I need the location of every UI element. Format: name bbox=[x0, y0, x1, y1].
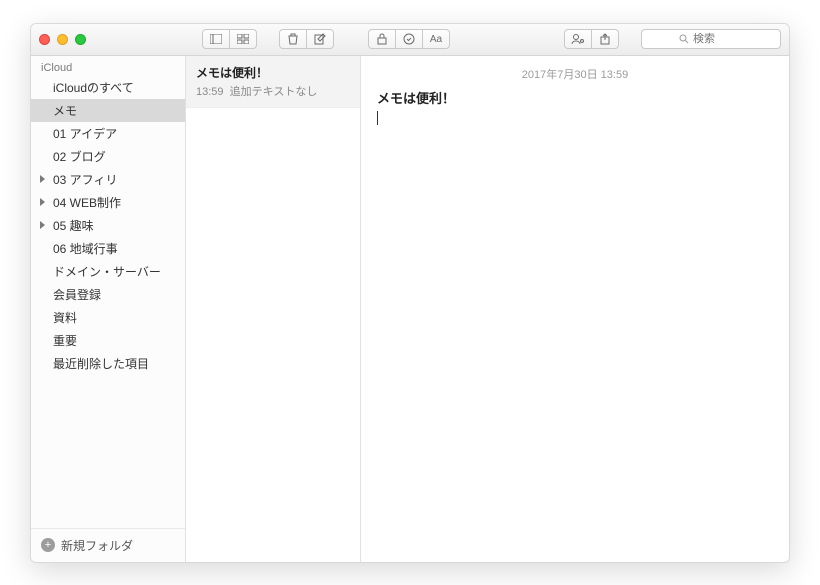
disclosure-triangle-icon[interactable] bbox=[40, 198, 45, 206]
grid-view-button[interactable] bbox=[229, 29, 257, 49]
new-folder-label: 新規フォルダ bbox=[61, 537, 133, 554]
sidebar-item-label: 会員登録 bbox=[53, 288, 101, 302]
sidebar-item-important[interactable]: 重要 bbox=[31, 329, 185, 352]
sidebar-item-label: 04 WEB制作 bbox=[53, 196, 121, 210]
new-folder-button[interactable]: + 新規フォルダ bbox=[31, 528, 185, 562]
view-buttons bbox=[202, 29, 257, 49]
sidebar-item-label: 資料 bbox=[53, 311, 77, 325]
sidebar-item-memo[interactable]: メモ bbox=[31, 99, 185, 122]
plus-icon: + bbox=[41, 538, 55, 552]
note-editor[interactable]: 2017年7月30日 13:59 メモは便利！ bbox=[361, 56, 789, 562]
sidebar-item-local-events[interactable]: 06 地域行事 bbox=[31, 237, 185, 260]
sidebar-item-icloud-all[interactable]: iCloudのすべて bbox=[31, 76, 185, 99]
note-list-item-snippet: 追加テキストなし bbox=[230, 86, 318, 98]
delete-button[interactable] bbox=[279, 29, 307, 49]
lock-button[interactable] bbox=[368, 29, 396, 49]
note-datestamp: 2017年7月30日 13:59 bbox=[377, 66, 773, 82]
sidebar-item-label: iCloudのすべて bbox=[53, 81, 134, 95]
share-buttons bbox=[564, 29, 619, 49]
note-list: メモは便利！ 13:59 追加テキストなし bbox=[186, 56, 361, 562]
sidebar-item-materials[interactable]: 資料 bbox=[31, 306, 185, 329]
note-list-item-time: 13:59 bbox=[196, 86, 224, 98]
note-list-item[interactable]: メモは便利！ 13:59 追加テキストなし bbox=[186, 56, 360, 108]
sidebar-item-label: メモ bbox=[53, 104, 77, 118]
fullscreen-icon[interactable] bbox=[75, 34, 86, 45]
note-list-item-meta: 13:59 追加テキストなし bbox=[196, 83, 350, 99]
search-field[interactable] bbox=[641, 29, 781, 49]
sidebar-item-label: 06 地域行事 bbox=[53, 242, 118, 256]
minimize-icon[interactable] bbox=[57, 34, 68, 45]
window-controls bbox=[39, 34, 86, 45]
sidebar-item-idea[interactable]: 01 アイデア bbox=[31, 122, 185, 145]
sidebar-item-blog[interactable]: 02 ブログ bbox=[31, 145, 185, 168]
sidebar-item-recently-deleted[interactable]: 最近削除した項目 bbox=[31, 352, 185, 375]
note-action-buttons bbox=[279, 29, 334, 49]
sidebar-section-header: iCloud bbox=[31, 56, 185, 76]
list-view-button[interactable] bbox=[202, 29, 230, 49]
sidebar-item-label: 重要 bbox=[53, 334, 77, 348]
app-window: Aa iCloud iCloudのすべて メモ 01 アイデア 02 ブログ 0… bbox=[30, 23, 790, 563]
search-input[interactable] bbox=[693, 33, 743, 45]
sidebar-item-label: 01 アイデア bbox=[53, 127, 117, 141]
share-button[interactable] bbox=[591, 29, 619, 49]
sidebar-item-affiliate[interactable]: 03 アフィリ bbox=[31, 168, 185, 191]
search-icon bbox=[679, 34, 689, 44]
sidebar-item-label: 05 趣味 bbox=[53, 219, 94, 233]
sidebar-item-label: 03 アフィリ bbox=[53, 173, 117, 187]
sidebar-item-web[interactable]: 04 WEB制作 bbox=[31, 191, 185, 214]
sidebar-item-hobby[interactable]: 05 趣味 bbox=[31, 214, 185, 237]
close-icon[interactable] bbox=[39, 34, 50, 45]
sidebar-item-label: 02 ブログ bbox=[53, 150, 106, 164]
disclosure-triangle-icon[interactable] bbox=[40, 221, 45, 229]
text-style-button[interactable]: Aa bbox=[422, 29, 450, 49]
formatting-buttons: Aa bbox=[368, 29, 450, 49]
titlebar: Aa bbox=[31, 24, 789, 56]
content-area: iCloud iCloudのすべて メモ 01 アイデア 02 ブログ 03 ア… bbox=[31, 56, 789, 562]
sidebar-item-label: ドメイン・サーバー bbox=[53, 265, 161, 279]
disclosure-triangle-icon[interactable] bbox=[40, 175, 45, 183]
compose-button[interactable] bbox=[306, 29, 334, 49]
collaborate-button[interactable] bbox=[564, 29, 592, 49]
sidebar: iCloud iCloudのすべて メモ 01 アイデア 02 ブログ 03 ア… bbox=[31, 56, 186, 562]
note-title[interactable]: メモは便利！ bbox=[377, 88, 773, 107]
text-cursor bbox=[377, 111, 378, 125]
checklist-button[interactable] bbox=[395, 29, 423, 49]
sidebar-item-domain-server[interactable]: ドメイン・サーバー bbox=[31, 260, 185, 283]
sidebar-item-member-reg[interactable]: 会員登録 bbox=[31, 283, 185, 306]
sidebar-item-label: 最近削除した項目 bbox=[53, 357, 149, 371]
note-list-item-title: メモは便利！ bbox=[196, 64, 350, 81]
